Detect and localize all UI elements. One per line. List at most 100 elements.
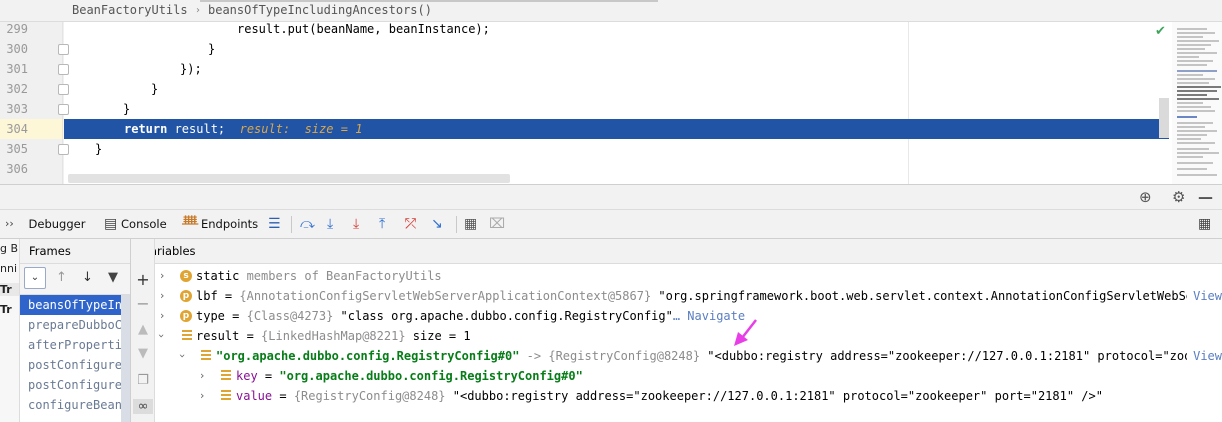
- object-reference: {LinkedHashMap@8221}: [261, 329, 406, 343]
- variable-name: key: [236, 369, 258, 383]
- fold-marker-icon[interactable]: [58, 144, 69, 155]
- tab-endpoints[interactable]: Endpoints: [201, 210, 258, 239]
- glasses-icon[interactable]: ∞: [133, 399, 153, 414]
- code-line: }: [95, 142, 103, 156]
- arrow-down-icon[interactable]: ↓: [82, 270, 93, 285]
- collapsed-side-panel: g B nni Tr Tr: [0, 239, 19, 422]
- variable-name: value: [236, 389, 273, 403]
- variables-header: Variables: [155, 239, 1222, 264]
- threads-list-icon[interactable]: ☰: [268, 215, 281, 233]
- evaluate-expression-icon[interactable]: ▦: [464, 215, 477, 233]
- variable-description: members of BeanFactoryUtils: [239, 269, 442, 283]
- field-icon: [182, 330, 192, 342]
- variable-row[interactable]: › p lbf = {AnnotationConfigServletWebSer…: [155, 286, 1222, 306]
- frame-item[interactable]: postConfigureBe: [20, 355, 130, 375]
- plus-icon[interactable]: +: [135, 270, 151, 289]
- expand-arrow-icon[interactable]: ›: [160, 286, 164, 306]
- object-reference: {RegistryConfig@8248}: [548, 349, 701, 363]
- horizontal-scrollbar[interactable]: [68, 174, 510, 183]
- run-to-cursor-icon[interactable]: ↘: [431, 215, 443, 233]
- variable-row[interactable]: › key = "org.apache.dubbo.config.Registr…: [155, 366, 1222, 386]
- variable-row[interactable]: › "org.apache.dubbo.config.RegistryConfi…: [155, 346, 1222, 366]
- code-line: result.put(beanName, beanInstance);: [237, 22, 490, 36]
- variable-value: "class org.apache.dubbo.config.RegistryC…: [333, 309, 673, 323]
- expand-arrow-icon[interactable]: ›: [160, 306, 164, 326]
- move-up-icon[interactable]: ▲: [135, 322, 151, 337]
- code-line: }: [123, 102, 131, 116]
- console-icon: ▤: [104, 216, 118, 232]
- check-icon[interactable]: ✔: [1155, 24, 1166, 39]
- frame-item[interactable]: postConfigureBe: [20, 375, 130, 395]
- tool-window-header: ⊕ ⚙ —: [0, 184, 1222, 210]
- variable-value: "<dubbo:registry address="zookeeper://12…: [700, 349, 1206, 363]
- frames-scrollbar[interactable]: [121, 295, 130, 422]
- gear-icon[interactable]: ⚙: [1172, 188, 1185, 206]
- variable-row[interactable]: › p type = {Class@4273} "class org.apach…: [155, 306, 1222, 326]
- frame-item[interactable]: configureBean:1: [20, 395, 130, 415]
- debug-toolbar: ›› Debugger ▤ Console ᚙ Endpoints ☰ ⤼ ⤓ …: [0, 210, 1222, 242]
- expand-arrow-icon[interactable]: ›: [160, 266, 164, 286]
- parameter-badge-icon: p: [180, 310, 192, 322]
- frames-toolbar: ⌄ ↑ ↓ ▼: [20, 264, 130, 295]
- annotation-arrow-icon: [734, 319, 757, 346]
- force-step-into-icon[interactable]: ⤓: [353, 215, 359, 233]
- variable-row[interactable]: › result = {LinkedHashMap@8221} size = 1: [155, 326, 1222, 346]
- breadcrumb: BeanFactoryUtils › beansOfTypeIncludingA…: [0, 0, 1222, 22]
- collapse-arrow-icon[interactable]: ›: [172, 354, 192, 358]
- return-keyword: return: [124, 122, 168, 136]
- view-link[interactable]: View: [1187, 286, 1222, 306]
- expand-arrow-icon[interactable]: ›: [200, 366, 204, 386]
- filter-icon[interactable]: ▼: [108, 270, 118, 285]
- more-tabs-icon[interactable]: ››: [5, 215, 14, 233]
- breadcrumb-method[interactable]: beansOfTypeIncludingAncestors(): [208, 3, 432, 17]
- minus-icon[interactable]: −: [135, 294, 151, 313]
- view-link[interactable]: View: [1187, 346, 1222, 366]
- breadcrumb-class[interactable]: BeanFactoryUtils: [72, 3, 188, 17]
- fold-marker-icon[interactable]: [58, 84, 69, 95]
- frame-item[interactable]: prepareDubboCon: [20, 315, 130, 335]
- frame-item[interactable]: afterProperties: [20, 335, 130, 355]
- parameter-badge-icon: p: [180, 290, 192, 302]
- step-out-icon[interactable]: ⤒: [379, 215, 385, 233]
- crosshair-icon[interactable]: ⊕: [1139, 188, 1152, 206]
- field-icon: [221, 370, 231, 382]
- frames-panel: Frames ⌄ ↑ ↓ ▼ beansOfTypeIncl prepareDu…: [19, 239, 131, 422]
- code-editor[interactable]: 299 300 301 302 303 304 305 306 result.p…: [0, 22, 1222, 184]
- side-panel-text: nni: [0, 262, 17, 275]
- line-number: 301: [6, 62, 28, 76]
- frame-item[interactable]: beansOfTypeIncl: [20, 295, 130, 315]
- copy-icon[interactable]: ❐: [135, 373, 151, 388]
- fold-marker-icon[interactable]: [58, 64, 69, 75]
- fold-marker-icon[interactable]: [58, 104, 69, 115]
- tab-debugger[interactable]: Debugger: [22, 210, 92, 242]
- collapse-arrow-icon[interactable]: ›: [155, 334, 171, 338]
- field-icon: [221, 390, 231, 402]
- frames-header: Frames: [20, 239, 130, 264]
- trace-icon[interactable]: ⌧: [489, 215, 505, 233]
- equals-sign: =: [224, 309, 247, 323]
- layout-icon[interactable]: ▦: [1198, 215, 1211, 233]
- drop-frame-icon[interactable]: ⤱: [405, 215, 416, 233]
- tab-console[interactable]: Console: [121, 210, 167, 239]
- code-minimap[interactable]: [1172, 22, 1222, 184]
- equals-sign: =: [272, 389, 294, 403]
- static-badge-icon: s: [180, 270, 192, 282]
- step-into-icon[interactable]: ⤓: [327, 215, 333, 233]
- thread-selector-dropdown[interactable]: ⌄: [24, 267, 46, 289]
- object-reference: {RegistryConfig@8248}: [293, 389, 446, 403]
- step-over-icon[interactable]: ⤼: [300, 215, 315, 233]
- move-down-icon[interactable]: ▼: [135, 346, 151, 361]
- right-margin-guide: [908, 22, 909, 184]
- variable-row[interactable]: › s static members of BeanFactoryUtils: [155, 266, 1222, 286]
- fold-marker-icon[interactable]: [58, 44, 69, 55]
- variable-row[interactable]: › value = {RegistryConfig@8248} "<dubbo:…: [155, 386, 1222, 406]
- expand-arrow-icon[interactable]: ›: [200, 386, 204, 406]
- line-number: 300: [6, 42, 28, 56]
- line-number: 303: [6, 102, 28, 116]
- code-line: }: [208, 42, 216, 56]
- scroll-position-marker[interactable]: [1159, 98, 1169, 138]
- equals-sign: =: [257, 369, 280, 383]
- minimize-icon[interactable]: —: [1198, 188, 1213, 206]
- arrow-up-icon[interactable]: ↑: [56, 270, 67, 285]
- variable-value: "org.apache.dubbo.config.RegistryConfig#…: [279, 369, 583, 383]
